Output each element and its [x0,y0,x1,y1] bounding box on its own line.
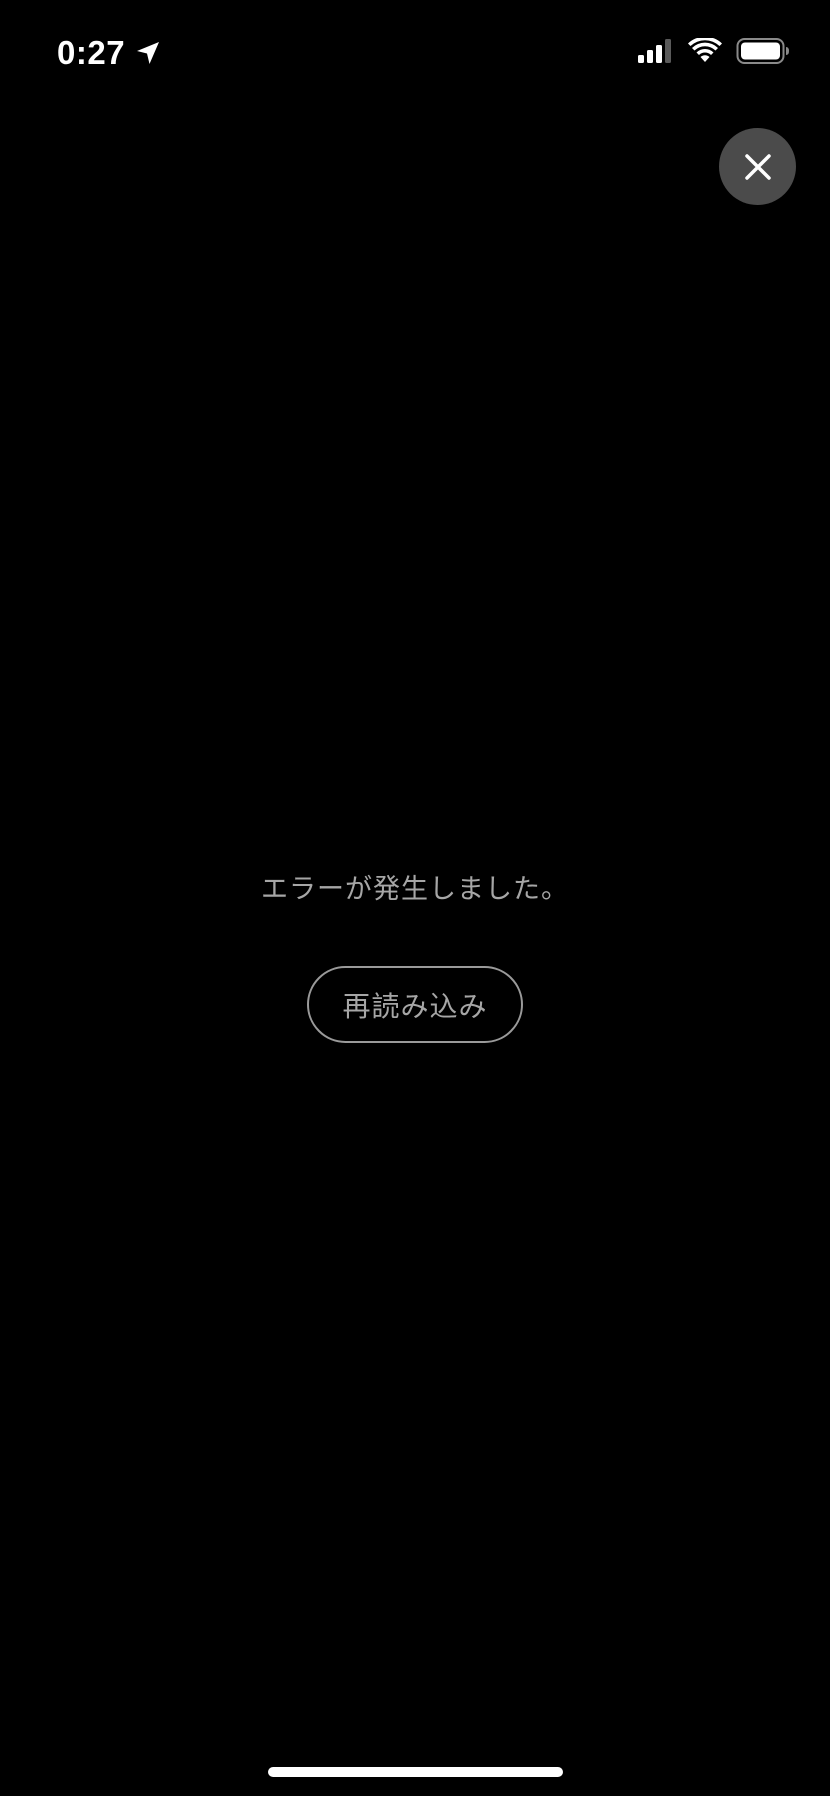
status-left: 0:27 [57,28,161,78]
status-time: 0:27 [57,34,126,71]
reload-button-label: 再読み込み [342,989,488,1023]
status-right [638,36,790,70]
location-arrow-icon [135,40,161,66]
wifi-icon [688,36,722,68]
home-indicator[interactable] [268,1767,563,1777]
battery-icon [736,37,790,69]
reload-button[interactable]: 再読み込み [307,966,523,1043]
error-panel: エラーが発生しました。 再読み込み [0,870,830,1043]
cellular-signal-icon [638,38,674,68]
error-message: エラーが発生しました。 [261,874,569,905]
close-button[interactable] [719,128,796,205]
status-bar: 0:27 [0,0,830,110]
close-icon [744,153,771,180]
